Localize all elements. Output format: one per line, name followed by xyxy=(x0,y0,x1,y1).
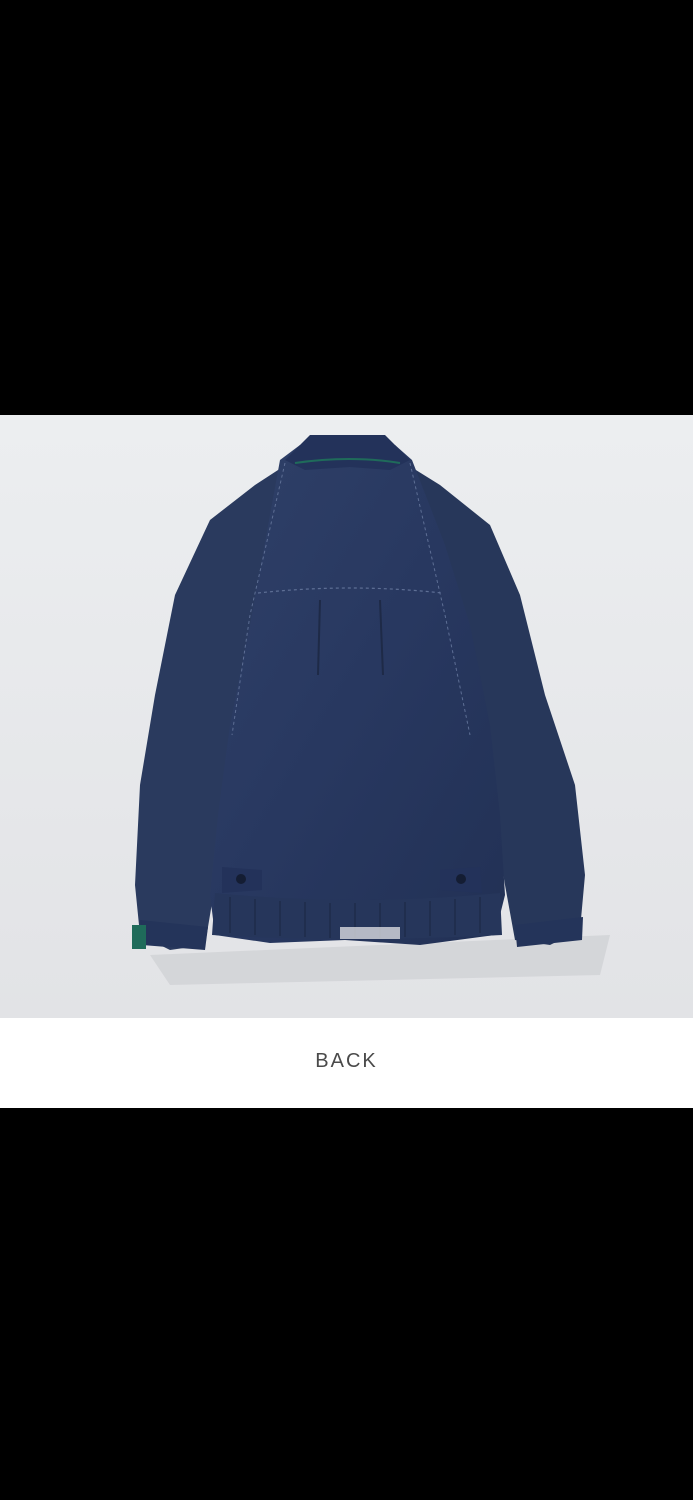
right-tab-button xyxy=(456,874,466,884)
jacket-back-illustration xyxy=(0,415,693,1018)
bottom-letterbox xyxy=(0,1108,693,1500)
lining-peek xyxy=(340,927,400,939)
view-caption: BACK xyxy=(315,1049,378,1072)
caption-band: BACK xyxy=(0,1018,693,1108)
top-letterbox xyxy=(0,0,693,415)
left-tab-button xyxy=(236,874,246,884)
product-image-back[interactable] xyxy=(0,415,693,1018)
left-cuff-accent xyxy=(132,925,146,949)
